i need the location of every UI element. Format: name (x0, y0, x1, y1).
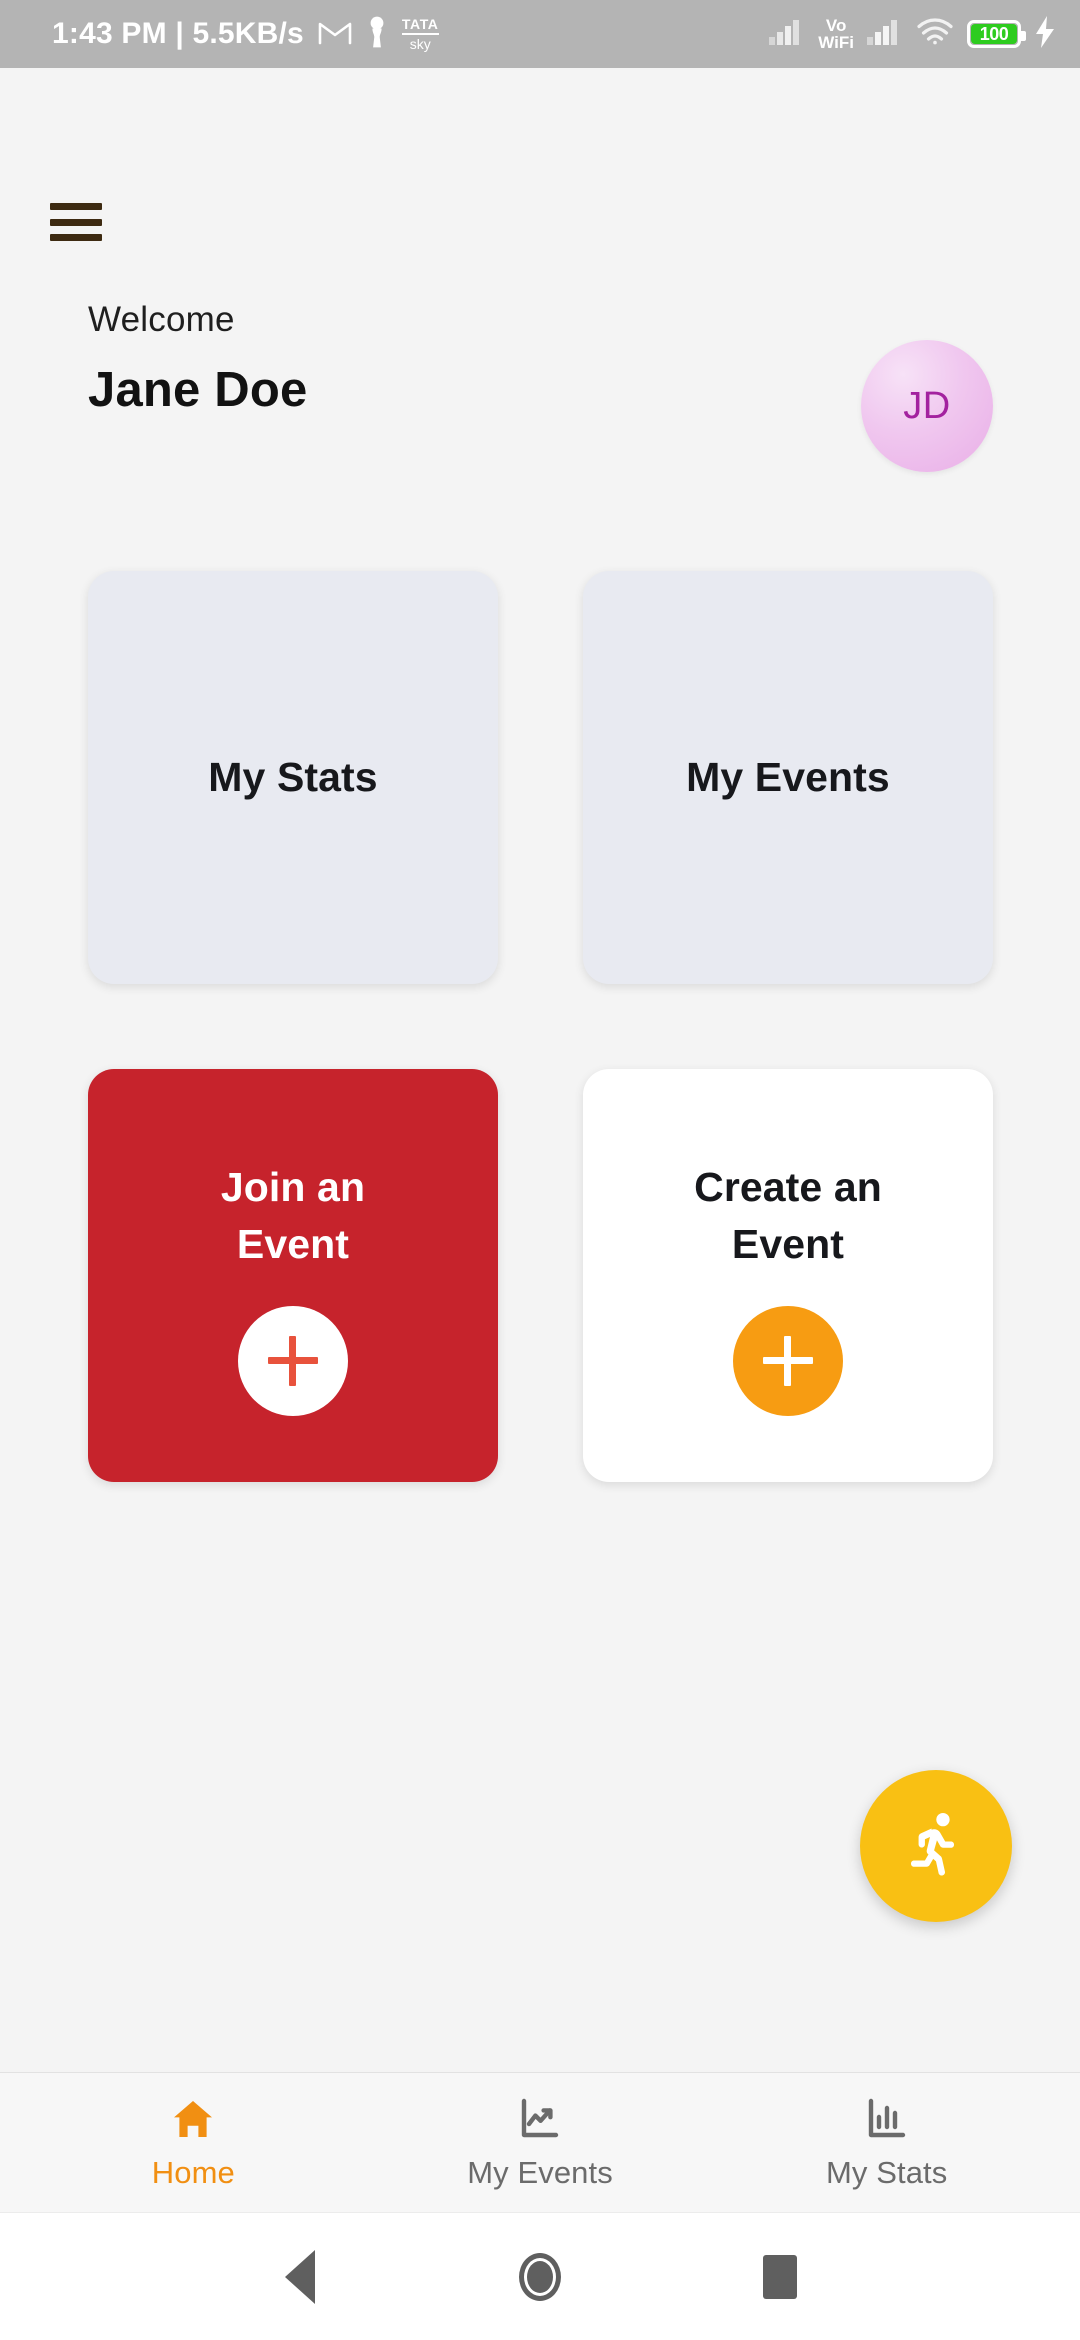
status-clock: 1:43 PM | 5.5KB/s (52, 17, 304, 50)
nav-item-home-label: Home (151, 2155, 235, 2190)
greeting-block: Welcome Jane Doe (88, 300, 307, 418)
cellular-signal-2-icon (867, 18, 903, 50)
nav-item-home[interactable]: Home (20, 2094, 367, 2191)
tata-sky-logo: TATA sky (401, 17, 439, 52)
nav-item-my-events-label: My Events (467, 2155, 613, 2190)
battery-percent: 100 (979, 23, 1009, 44)
user-name: Jane Doe (88, 363, 308, 417)
avatar-initials: JD (903, 384, 951, 427)
join-event-plus-button[interactable] (238, 1306, 348, 1417)
tile-my-events-label: My Events (686, 754, 890, 800)
home-circle-icon[interactable] (495, 2232, 585, 2322)
tile-grid: My Stats My Events Join an Event Create … (88, 571, 993, 1482)
status-bar-left: 1:43 PM | 5.5KB/s TATA sky (52, 16, 439, 53)
vowifi-line2: WiFi (818, 33, 854, 52)
nav-item-my-events[interactable]: My Events (367, 2094, 714, 2191)
tata-sky-top: TATA (401, 17, 439, 35)
tile-join-event-line2: Event (236, 1220, 350, 1267)
home-icon (168, 2094, 218, 2144)
bar-chart-icon (862, 2094, 912, 2144)
tile-create-event-label: Create an Event (694, 1159, 882, 1272)
nav-item-my-stats-label: My Stats (825, 2155, 948, 2190)
vowifi-line1: Vo (825, 15, 847, 35)
back-triangle-icon[interactable] (255, 2232, 345, 2322)
line-chart-icon (515, 2094, 565, 2144)
bottom-navigation: Home My Events My Stats (0, 2072, 1080, 2212)
tile-my-stats-label: My Stats (208, 754, 378, 800)
tile-my-events[interactable]: My Events (583, 571, 993, 984)
welcome-text: Welcome (88, 300, 235, 339)
cellular-signal-icon (769, 18, 805, 50)
tile-join-event-label: Join an Event (221, 1159, 365, 1272)
plus-icon (763, 1336, 813, 1387)
tile-create-event-line2: Event (731, 1220, 845, 1267)
vowifi-indicator: Vo WiFi (818, 15, 854, 52)
tile-create-event[interactable]: Create an Event (583, 1069, 993, 1482)
gmail-icon (318, 19, 352, 50)
chess-pawn-icon (366, 16, 388, 53)
hamburger-menu-icon[interactable] (50, 203, 102, 241)
hamburger-bar-2 (50, 218, 102, 226)
recents-square-icon[interactable] (735, 2232, 825, 2322)
status-bar-right: Vo WiFi 100 (769, 15, 1056, 53)
charging-bolt-icon (1034, 15, 1056, 53)
wifi-icon (916, 17, 954, 51)
recents-square-shape (763, 2254, 797, 2299)
tile-create-event-line1: Create an (694, 1163, 882, 1210)
app-content: Welcome Jane Doe JD My Stats My Events J… (0, 68, 1080, 2072)
running-person-icon (898, 1806, 974, 1887)
android-system-nav (0, 2212, 1080, 2340)
tile-my-stats[interactable]: My Stats (88, 571, 498, 984)
home-circle-shape (519, 2252, 561, 2301)
create-event-plus-button[interactable] (733, 1306, 843, 1417)
tile-join-event[interactable]: Join an Event (88, 1069, 498, 1482)
plus-icon (268, 1336, 318, 1387)
hamburger-bar-3 (50, 234, 102, 241)
back-triangle-shape (285, 2249, 315, 2304)
battery-indicator: 100 (967, 20, 1026, 48)
status-bar: 1:43 PM | 5.5KB/s TATA sky Vo WiFi 100 (0, 0, 1080, 68)
start-run-fab[interactable] (860, 1770, 1012, 1922)
nav-item-my-stats[interactable]: My Stats (713, 2094, 1060, 2191)
phone-screen: 1:43 PM | 5.5KB/s TATA sky Vo WiFi 100 W… (0, 0, 1080, 2340)
hamburger-bar-1 (50, 203, 102, 210)
tile-join-event-line1: Join an (220, 1163, 366, 1210)
avatar[interactable]: JD (861, 340, 993, 472)
tata-sky-bottom: sky (409, 36, 431, 52)
